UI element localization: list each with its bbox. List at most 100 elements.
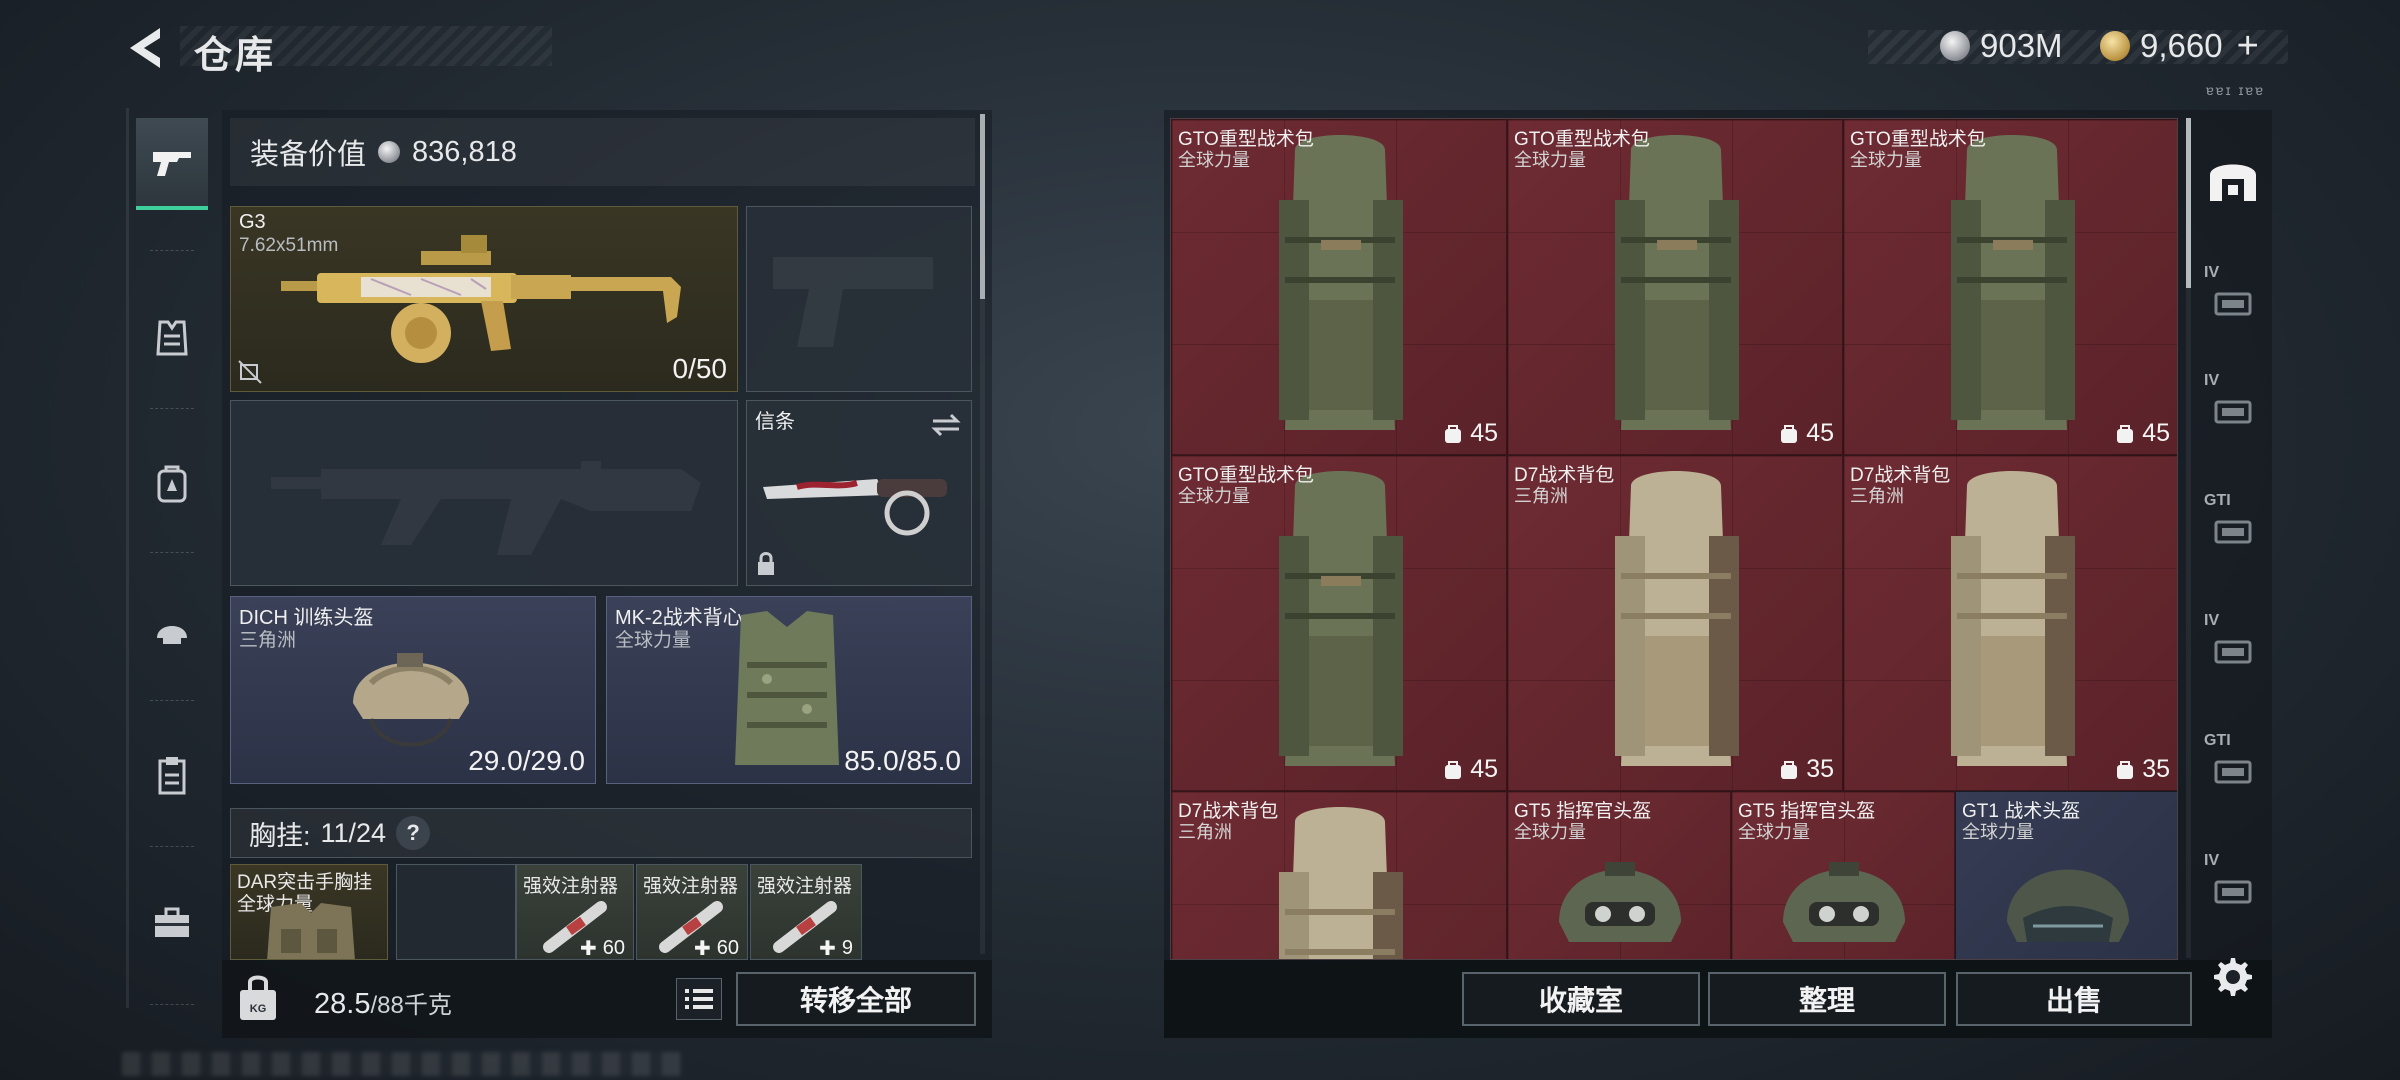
- inventory-item[interactable]: GTO重型战术包 全球力量 45: [1507, 119, 1843, 455]
- nav-clipboard[interactable]: [136, 730, 208, 822]
- sort-button[interactable]: 整理: [1708, 972, 1946, 1026]
- chest-rig-bar: 胸挂: 11/24 ?: [230, 808, 972, 858]
- weight-max: /88千克: [370, 992, 452, 1019]
- nav-separator: [150, 250, 194, 251]
- inventory-scroll-thumb[interactable]: [2186, 118, 2191, 288]
- help-icon[interactable]: ?: [396, 816, 431, 850]
- plus-icon: ✚: [819, 938, 836, 960]
- vest-icon: [156, 320, 188, 356]
- item-capacity: 45: [1778, 419, 1834, 448]
- swap-icon[interactable]: [929, 411, 963, 439]
- item-faction: 全球力量: [1178, 486, 1250, 506]
- category-rifle-case[interactable]: IV: [2198, 606, 2268, 676]
- injector-slot[interactable]: 强效注射器 ✚ 60: [636, 864, 748, 960]
- item-faction: 全球力量: [1514, 822, 1586, 842]
- folder-icon: [2214, 292, 2252, 316]
- item-capacity: 45: [1442, 755, 1498, 784]
- rig-image: [267, 903, 355, 959]
- sell-button[interactable]: 出售: [1956, 972, 2192, 1026]
- no-repair-icon: [238, 360, 262, 384]
- injector-count: 60: [716, 937, 739, 959]
- nav-vest[interactable]: [136, 292, 208, 384]
- nav-toolbox[interactable]: [136, 876, 208, 968]
- nav-backpack[interactable]: [136, 438, 208, 530]
- backpack-capacity-icon: [1781, 424, 1798, 443]
- rig-item-slot[interactable]: DAR突击手胸挂 全球力量: [230, 864, 388, 960]
- secondary-primary-slot[interactable]: [230, 400, 738, 586]
- settings-button[interactable]: [2198, 942, 2268, 1012]
- inventory-item[interactable]: GTO重型战术包 全球力量 45: [1171, 455, 1507, 791]
- backpack-image: [1255, 466, 1425, 790]
- injector-name: 强效注射器: [757, 876, 853, 897]
- inventory-item[interactable]: GT1 战术头盔 全球力量: [1955, 791, 2177, 959]
- back-button[interactable]: [120, 22, 172, 74]
- nav-helmet[interactable]: [136, 584, 208, 676]
- injector-slot[interactable]: 强效注射器 ✚ 60: [516, 864, 634, 960]
- item-faction: 三角洲: [1850, 486, 1904, 506]
- rifle-silhouette-icon: [271, 461, 701, 555]
- category-hand[interactable]: GTI: [2198, 726, 2268, 796]
- injector-slot[interactable]: 强效注射器 ✚ 9: [750, 864, 862, 960]
- secondary-weapon-slot[interactable]: [746, 206, 972, 392]
- currency-gold[interactable]: 9,660 +: [2100, 25, 2259, 68]
- category-equipment[interactable]: GTI: [2198, 486, 2268, 556]
- helmet-image: [353, 653, 469, 747]
- inventory-item[interactable]: D7战术背包 三角洲 35: [1507, 455, 1843, 791]
- item-capacity-value: 35: [1806, 755, 1834, 783]
- nav-separator: [150, 700, 194, 701]
- inventory-item[interactable]: D7战术背包 三角洲: [1171, 791, 1507, 959]
- backpack-image: [1927, 466, 2097, 790]
- nav-line: [126, 108, 129, 1008]
- item-capacity: 45: [1442, 419, 1498, 448]
- plus-icon: ✚: [693, 938, 711, 960]
- category-medkit-plus[interactable]: IV: [2198, 366, 2268, 436]
- silver-coin-icon: [378, 141, 401, 163]
- primary-weapon-slot[interactable]: G3 7.62x51mm 0/50: [230, 206, 738, 392]
- equipment-value-bar: 装备价值 836,818: [230, 118, 975, 186]
- melee-slot[interactable]: 信条: [746, 400, 972, 586]
- category-truck[interactable]: IV: [2198, 846, 2268, 916]
- weapons-icon: [153, 152, 191, 176]
- category-tier: IV: [2204, 372, 2220, 389]
- inventory-item[interactable]: D7战术背包 三角洲 35: [1843, 455, 2177, 791]
- list-view-button[interactable]: [676, 978, 722, 1020]
- armor-faction: 全球力量: [615, 630, 692, 651]
- inventory-item[interactable]: GTO重型战术包 全球力量 45: [1843, 119, 2177, 455]
- helmet-icon: [157, 626, 187, 644]
- helmet-image: [1545, 832, 1695, 959]
- category-folder[interactable]: IV: [2198, 258, 2268, 328]
- category-tier: GTI: [2204, 732, 2231, 749]
- weight-icon[interactable]: KG: [236, 974, 280, 1024]
- item-faction: 全球力量: [1514, 150, 1586, 170]
- nav-separator: [150, 1004, 194, 1005]
- equipment-icon: [2214, 520, 2252, 544]
- nav-weapons[interactable]: [136, 118, 208, 210]
- armor-slot[interactable]: MK-2战术背心 全球力量 85.0/85.0: [606, 596, 972, 784]
- loadout-scroll-thumb[interactable]: [980, 114, 985, 299]
- backpack-image: [1255, 130, 1425, 454]
- add-currency-button[interactable]: +: [2237, 25, 2259, 68]
- inventory-item[interactable]: GTO重型战术包 全球力量 45: [1171, 119, 1507, 455]
- clipboard-icon: [158, 757, 186, 795]
- weight-current: 28.5: [314, 988, 371, 1020]
- category-tier: IV: [2204, 612, 2220, 629]
- item-capacity-value: 45: [1470, 755, 1498, 783]
- currency-silver: 903M: [1940, 26, 2063, 66]
- inventory-item[interactable]: GT5 指挥官头盔 全球力量: [1731, 791, 1955, 959]
- item-capacity-value: 45: [1806, 419, 1834, 447]
- weight-readout: 28.5/88千克: [314, 985, 452, 1021]
- helmet-slot[interactable]: DICH 训练头盔 三角洲 29.0/29.0: [230, 596, 596, 784]
- rig-empty-slot[interactable]: [396, 864, 516, 960]
- nav-separator: [150, 552, 194, 553]
- backpack-capacity-icon: [2117, 760, 2134, 779]
- rifle-case-icon: [2214, 640, 2252, 664]
- transfer-all-button[interactable]: 转移全部: [736, 972, 976, 1026]
- category-safehouse[interactable]: [2198, 144, 2268, 214]
- rifle-image: [281, 235, 681, 363]
- category-tier: GTI: [2204, 492, 2231, 509]
- hand-icon: [2214, 760, 2252, 784]
- inventory-grid: GTO重型战术包 全球力量 45 GTO重型战术包 全球力量 45 GTO重型战术包 全球力量…: [1170, 118, 2178, 960]
- collection-room-button[interactable]: 收藏室: [1462, 972, 1700, 1026]
- item-faction: 三角洲: [1514, 486, 1568, 506]
- inventory-item[interactable]: GT5 指挥官头盔 全球力量: [1507, 791, 1731, 959]
